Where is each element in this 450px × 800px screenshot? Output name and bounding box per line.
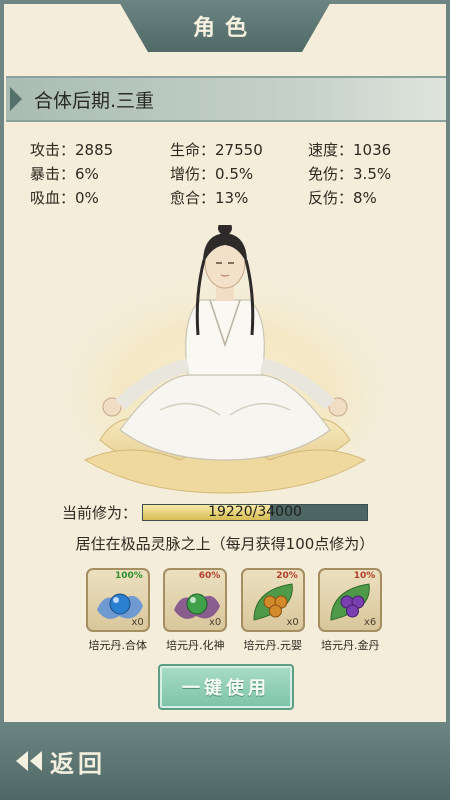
use-all-button[interactable]: 一键使用 — [158, 664, 294, 710]
pill-items: 100% x0 培元丹.合体 60% x0 培元丹.化神 20% x0 培元丹.… — [84, 568, 384, 653]
stat-healing: 愈合：13% — [170, 189, 249, 207]
stat-speed: 速度：1036 — [308, 141, 392, 159]
item-count: x6 — [363, 617, 377, 628]
item-slot[interactable]: 60% x0 — [163, 568, 228, 632]
item-count: x0 — [208, 617, 222, 628]
item-count: x0 — [286, 617, 299, 628]
stat-reflect: 反伤：8% — [308, 189, 377, 207]
use-all-label: 一键使用 — [182, 678, 270, 699]
stat-damage-boost: 增伤：0.5% — [170, 165, 254, 183]
stats-grid: 攻击：2885 生命：27550 速度：1036 暴击：6% 增伤：0.5% 免… — [30, 140, 430, 208]
cultivation-label: 当前修为： — [62, 503, 138, 522]
item-pill-heti[interactable]: 100% x0 培元丹.合体 — [84, 568, 152, 653]
item-name: 培元丹.元婴 — [243, 639, 303, 652]
item-pill-yuanying[interactable]: 20% x0 培元丹.元婴 — [239, 568, 307, 653]
item-name: 培元丹.金丹 — [321, 639, 380, 652]
rank-arrow-icon — [10, 87, 22, 111]
item-pill-huashen[interactable]: 60% x0 培元丹.化神 — [162, 568, 230, 653]
item-slot[interactable]: 100% x0 — [85, 568, 150, 632]
stat-crit: 暴击：6% — [30, 165, 99, 183]
item-pill-jindan[interactable]: 10% x6 培元丹.金丹 — [317, 568, 385, 653]
residence-text: 居住在极品灵脉之上（每月获得100点修为） — [75, 535, 375, 553]
character-portrait — [60, 221, 390, 500]
item-slot[interactable]: 10% x6 — [318, 568, 383, 632]
double-left-arrow-icon — [16, 751, 42, 771]
rank-bar: 合体后期.三重 — [6, 76, 446, 122]
stat-hp: 生命：27550 — [170, 141, 263, 159]
bottom-bar: 返回 — [0, 722, 450, 800]
cultivation-value: 19220/34000 — [208, 503, 302, 520]
page-title: 角色 — [192, 16, 257, 41]
item-count: x0 — [131, 617, 144, 628]
item-name: 培元丹.化神 — [166, 639, 225, 652]
meditating-cultivator-icon — [65, 221, 385, 495]
cultivation-progress: 当前修为： 19220/34000 — [62, 501, 382, 523]
item-name: 培元丹.合体 — [88, 639, 148, 652]
stat-lifesteal: 吸血：0% — [30, 189, 99, 207]
title-banner: 角色 — [118, 0, 332, 52]
item-slot[interactable]: 20% x0 — [240, 568, 305, 632]
back-button[interactable]: 返回 — [14, 740, 106, 782]
stat-damage-reduction: 免伤：3.5% — [308, 165, 392, 183]
rank-text: 合体后期.三重 — [34, 89, 155, 112]
cultivation-bar: 19220/34000 — [142, 503, 368, 521]
back-label: 返回 — [50, 749, 106, 778]
stat-attack: 攻击：2885 — [30, 141, 114, 159]
